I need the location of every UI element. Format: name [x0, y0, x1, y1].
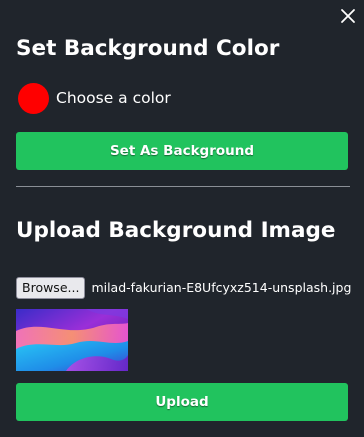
browse-button[interactable]: Browse... — [16, 276, 86, 299]
file-input: Browse... milad-fakurian-E8Ufcyxz514-uns… — [16, 276, 351, 299]
set-as-background-button[interactable]: Set As Background — [16, 132, 348, 170]
close-button[interactable] — [338, 6, 358, 26]
color-swatch[interactable] — [18, 82, 49, 114]
color-picker-row: Choose a color — [18, 82, 171, 114]
upload-button[interactable]: Upload — [16, 383, 348, 421]
upload-background-image-heading: Upload Background Image — [16, 218, 336, 243]
selected-file-name: milad-fakurian-E8Ufcyxz514-unsplash.jpg — [91, 280, 352, 295]
preview-image — [16, 309, 128, 371]
choose-color-label: Choose a color — [56, 89, 171, 107]
close-icon — [341, 9, 355, 23]
section-divider — [16, 186, 350, 187]
set-background-color-heading: Set Background Color — [16, 36, 280, 61]
image-preview — [16, 309, 128, 371]
